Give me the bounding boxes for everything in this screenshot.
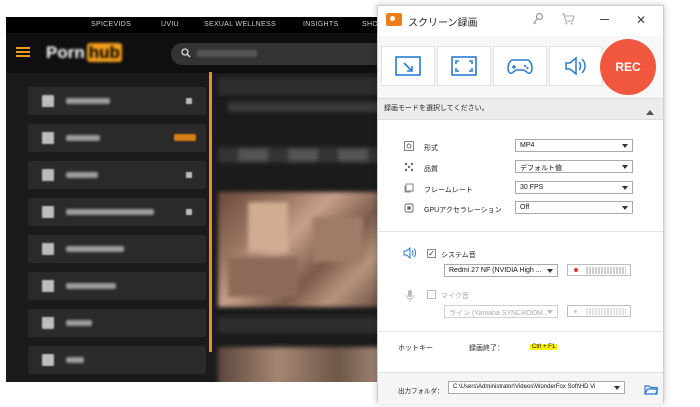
mode-prompt: 録画モードを選択してください。 — [384, 105, 489, 112]
key-icon[interactable] — [532, 12, 544, 26]
sidebar-item[interactable] — [28, 235, 206, 263]
format-label: 形式 — [424, 145, 438, 152]
system-audio-level-meter — [567, 264, 631, 276]
site-sidebar — [28, 87, 206, 382]
sidebar-item[interactable] — [28, 161, 206, 189]
top-nav-item[interactable]: INSIGHTS — [303, 21, 338, 28]
gpu-chip-icon — [404, 203, 414, 213]
divider — [378, 331, 663, 332]
end-recording-label: 録画終了： — [469, 345, 504, 352]
quality-select[interactable]: デフォルト値 — [515, 160, 633, 173]
top-nav-item[interactable]: UVIU — [161, 21, 179, 28]
cart-icon[interactable] — [561, 12, 575, 26]
format-select[interactable]: MP4 — [515, 139, 633, 152]
sidebar-item[interactable] — [28, 87, 206, 115]
sidebar-item[interactable] — [28, 346, 206, 374]
scroll-indicator — [209, 72, 212, 352]
mic-device-select[interactable]: ライン (Yamaha SYNCROOM... — [444, 305, 558, 318]
system-audio-speaker-icon — [403, 247, 416, 259]
sidebar-item[interactable] — [28, 198, 206, 226]
gamepad-icon — [507, 59, 533, 74]
system-audio-device-select[interactable]: Redmi 27 NF (NVIDIA High ... — [444, 264, 558, 277]
window-title: スクリーン録画 — [408, 18, 478, 29]
sidebar-item[interactable] — [28, 124, 206, 152]
close-button[interactable]: ✕ — [636, 14, 646, 26]
output-folder-label: 出力フォルダ： — [398, 388, 444, 395]
audio-capture-button[interactable] — [549, 46, 603, 86]
site-search-input[interactable] — [171, 43, 396, 65]
background-browser-window: SPICEVIDS UVIU SEXUAL WELLNESS INSIGHTS … — [6, 17, 396, 382]
framerate-icon — [404, 183, 414, 193]
gpu-select[interactable]: Off — [515, 201, 633, 214]
system-audio-checkbox[interactable]: ✓ — [427, 249, 436, 258]
rec-button[interactable]: REC — [600, 39, 656, 95]
framerate-select[interactable]: 30 FPS — [515, 181, 633, 194]
hamburger-menu-icon[interactable] — [16, 47, 30, 57]
search-icon — [181, 48, 191, 58]
site-logo[interactable]: Porn hub — [46, 42, 122, 64]
fullscreen-icon — [451, 56, 477, 76]
top-nav: SPICEVIDS UVIU SEXUAL WELLNESS INSIGHTS … — [6, 17, 396, 33]
sidebar-item[interactable] — [28, 272, 206, 300]
framerate-label: フレームレート — [424, 187, 473, 194]
video-thumbnail[interactable] — [218, 347, 396, 382]
microphone-icon — [406, 290, 414, 302]
camera-icon — [386, 13, 402, 26]
mic-audio-label: マイク音 — [441, 293, 469, 300]
output-footer: 出力フォルダ： C:\Users\Administrator\Videos\Wo… — [378, 372, 663, 404]
mode-bar: 録画モードを選択してください。 — [378, 98, 663, 120]
game-capture-button[interactable] — [493, 46, 547, 86]
fullscreen-capture-button[interactable] — [437, 46, 491, 86]
speaker-icon — [565, 56, 586, 76]
quality-icon — [404, 162, 414, 172]
system-audio-label: システム音 — [441, 252, 476, 259]
title-bar: スクリーン録画 ✕ — [378, 6, 663, 34]
mic-level-meter — [567, 305, 631, 317]
hotkey-label: ホットキー — [398, 345, 433, 352]
region-select-icon — [395, 56, 421, 76]
folder-icon[interactable] — [644, 384, 658, 395]
top-nav-item[interactable]: SPICEVIDS — [91, 21, 131, 28]
gpu-label: GPUアクセラレーション — [424, 207, 502, 214]
screen-recorder-window: スクリーン録画 ✕ REC 録画モードを選択してください。 形式 MP4 品質 … — [377, 5, 664, 404]
divider — [378, 231, 663, 232]
video-thumbnail-grid — [218, 77, 396, 382]
record-mode-toolbar: REC — [378, 36, 663, 98]
quality-label: 品質 — [424, 166, 438, 173]
sidebar-item[interactable] — [28, 309, 206, 337]
collapse-caret-icon[interactable] — [646, 110, 654, 115]
top-nav-item[interactable]: SEXUAL WELLNESS — [204, 21, 276, 28]
format-gear-icon — [404, 141, 414, 151]
end-recording-shortcut[interactable]: Ctrl + F1 — [530, 344, 558, 350]
mic-audio-checkbox[interactable] — [427, 290, 436, 299]
output-path-select[interactable]: C:\Users\Administrator\Videos\WonderFox … — [448, 381, 625, 394]
minimize-button[interactable] — [600, 19, 609, 20]
region-capture-button[interactable] — [381, 46, 435, 86]
